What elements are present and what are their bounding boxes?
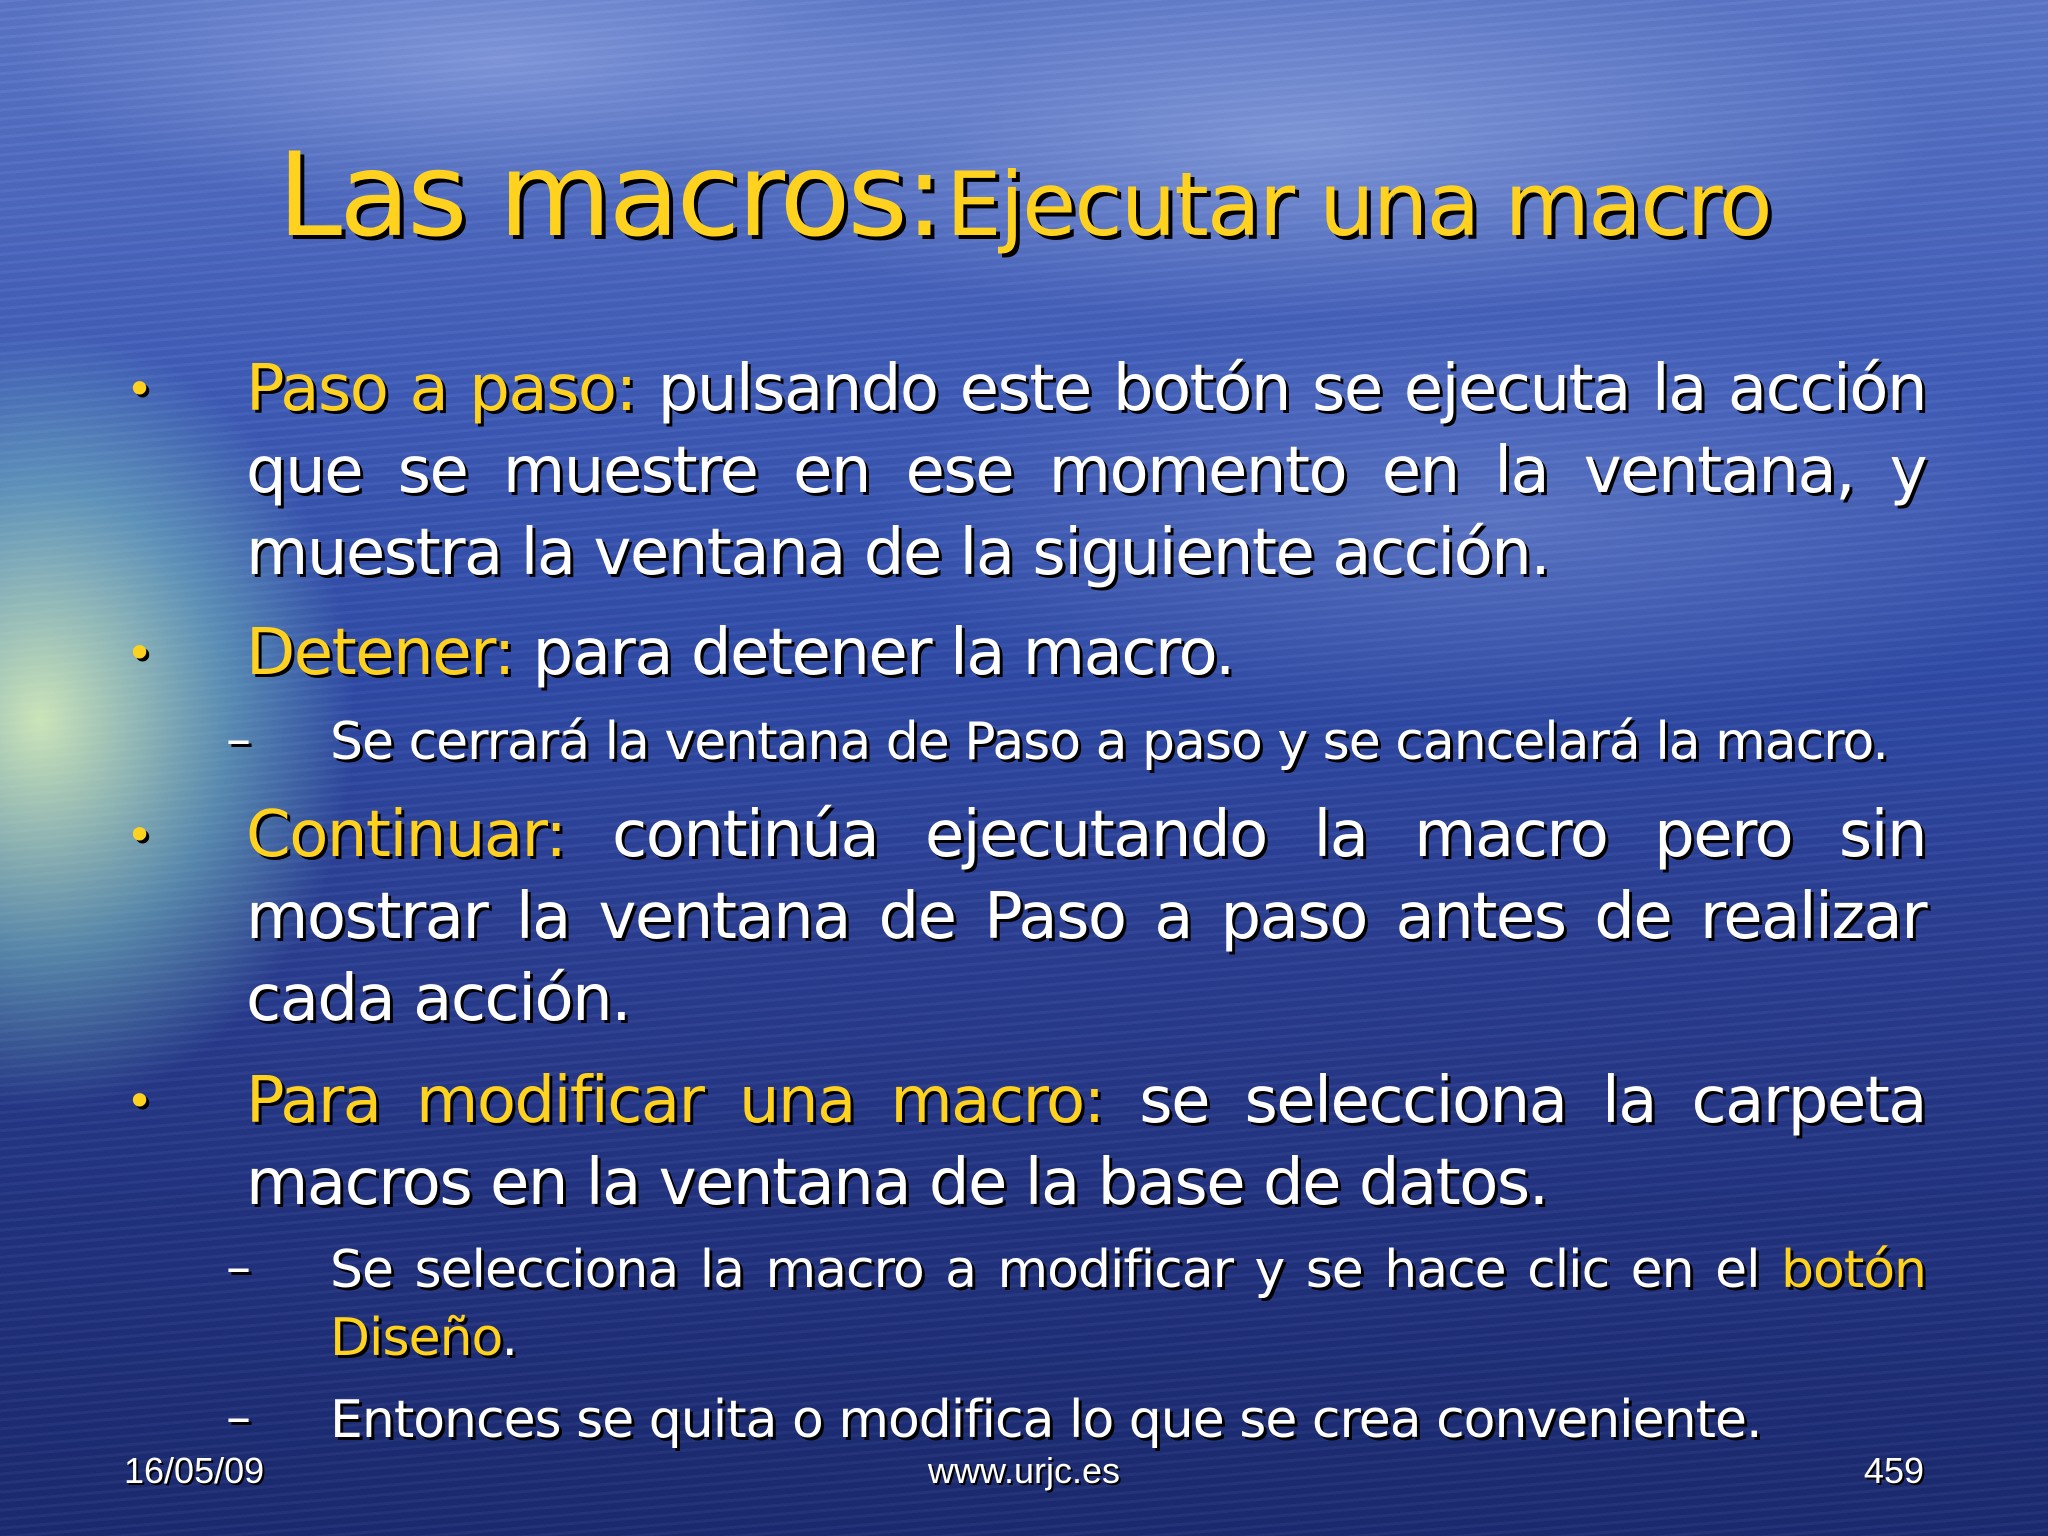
bullet-text: para detener la macro.	[513, 616, 1236, 690]
subitem-quitar-modificar: Entonces se quita o modifica lo que se c…	[330, 1390, 1762, 1450]
bullet-marker: •	[126, 808, 154, 862]
footer-url: www.urjc.es	[927, 1450, 1121, 1491]
bullet-label: Continuar:	[246, 798, 567, 872]
bullet-item-modificar: Para modificar una macro: se selecciona …	[246, 1060, 1928, 1224]
bullet-label: Paso a paso:	[246, 352, 637, 426]
subitem-end: .	[501, 1308, 518, 1368]
subitem-cancelar: Se cerrará la ventana de Paso a paso y s…	[330, 712, 1889, 772]
slide: Las macros: Ejecutar una macro • Paso a …	[0, 0, 2048, 1536]
footer-page-number: 459	[1863, 1450, 1924, 1491]
bullet-label: Para modificar una macro:	[246, 1064, 1105, 1138]
bullet-marker: •	[126, 1074, 154, 1128]
dash-marker: –	[226, 1238, 251, 1296]
bullet-marker: •	[126, 362, 154, 416]
title-sub: Ejecutar una macro	[946, 153, 1772, 256]
title-main: Las macros:	[277, 128, 944, 263]
dash-marker: –	[226, 710, 251, 768]
bullet-marker: •	[126, 626, 154, 680]
slide-title: Las macros: Ejecutar una macro	[0, 128, 2048, 263]
bullet-item-continuar: Continuar: continúa ejecutando la macro …	[246, 794, 1928, 1040]
bullet-item-detener: Detener: para detener la macro.	[246, 612, 1926, 694]
bullet-label: Detener:	[246, 616, 515, 690]
dash-marker: –	[226, 1388, 251, 1446]
subitem-boton-diseno: Se selecciona la macro a modificar y se …	[330, 1236, 1927, 1372]
subitem-text: Se selecciona la macro a modificar y se …	[330, 1240, 1782, 1300]
bullet-item-paso-a-paso: Paso a paso: pulsando este botón se ejec…	[246, 348, 1928, 594]
